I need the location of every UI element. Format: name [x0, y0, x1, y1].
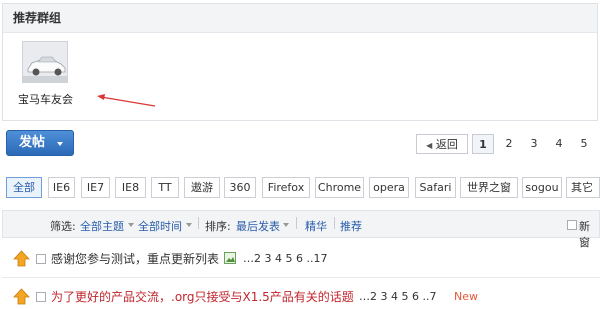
announcement-icon [13, 288, 30, 305]
thread-select-checkbox[interactable] [36, 292, 46, 302]
filter-tag[interactable]: IE8 [115, 177, 146, 198]
thread-title-link[interactable]: 为了更好的产品交流，.org只接受与X1.5产品有关的话题 [51, 288, 354, 305]
all-time-dropdown[interactable]: 全部时间 [138, 218, 182, 234]
filter-tag[interactable]: 其它 [566, 177, 600, 198]
sort-label: 排序: [205, 220, 231, 233]
pager-back-button[interactable]: ◀ 返回 [416, 134, 468, 154]
thread-page-links[interactable]: …2 3 4 5 6 ..17 [243, 252, 327, 265]
thread-title-link[interactable]: 感谢您参与测试，重点更新列表 [51, 250, 219, 267]
chevron-down-icon [128, 223, 134, 227]
filter-tag[interactable]: Safari [415, 177, 456, 198]
car-image [23, 42, 67, 82]
back-arrow-icon: ◀ [426, 141, 433, 150]
filter-tag[interactable]: 遨游 [184, 177, 220, 198]
pager-page-link[interactable]: 5 [576, 134, 592, 154]
all-topics-dropdown[interactable]: 全部主题 [80, 218, 124, 234]
divider [296, 217, 297, 229]
pager-back-label: 返回 [435, 138, 458, 151]
filter-tag[interactable]: IE7 [81, 177, 110, 198]
sort-dropdown[interactable]: 最后发表 [236, 218, 280, 234]
row-divider [2, 277, 600, 278]
filter-label: 筛选: [50, 220, 76, 233]
announcement-icon [13, 250, 30, 267]
digest-filter-link[interactable]: 精华 [305, 218, 327, 234]
post-button-label: 发帖 [19, 135, 46, 150]
pager-page-link[interactable]: 3 [526, 134, 542, 154]
divider [198, 217, 199, 229]
new-window-checkbox[interactable] [567, 220, 577, 230]
group-name-link[interactable]: 宝马车友会 [18, 91, 73, 107]
chevron-down-icon [283, 223, 289, 227]
filter-tag[interactable]: Chrome [315, 177, 364, 198]
recommended-groups-panel: 推荐群组 [2, 3, 598, 121]
new-badge: New [454, 290, 478, 303]
group-avatar-car[interactable] [22, 41, 68, 83]
filter-tag[interactable]: opera [369, 177, 409, 198]
thread-select-checkbox[interactable] [36, 254, 46, 264]
filter-tag[interactable]: IE6 [48, 177, 75, 198]
pager-page-link[interactable]: 2 [501, 134, 517, 154]
filter-tag[interactable]: 世界之窗 [460, 177, 518, 198]
divider [334, 217, 335, 229]
recommend-filter-link[interactable]: 推荐 [340, 218, 362, 234]
pager-page-link[interactable]: 4 [551, 134, 567, 154]
chevron-down-icon [186, 223, 192, 227]
filter-tag[interactable]: 360 [224, 177, 256, 198]
filter-tag[interactable]: Firefox [262, 177, 310, 198]
recommended-groups-heading: 推荐群组 [3, 4, 597, 33]
chevron-down-icon [57, 142, 63, 146]
filter-tag[interactable]: sogou [522, 177, 562, 198]
new-window-label: 新窗 [579, 220, 590, 249]
post-button[interactable]: 发帖 [6, 130, 74, 156]
image-attachment-icon [224, 252, 236, 264]
thread-page-links[interactable]: …2 3 4 5 6 ..7 [359, 290, 436, 303]
filter-tag[interactable]: TT [151, 177, 179, 198]
filter-tag-all[interactable]: 全部 [6, 177, 42, 198]
annotation-arrow-icon [97, 94, 156, 107]
pager-current-page[interactable]: 1 [472, 134, 494, 154]
